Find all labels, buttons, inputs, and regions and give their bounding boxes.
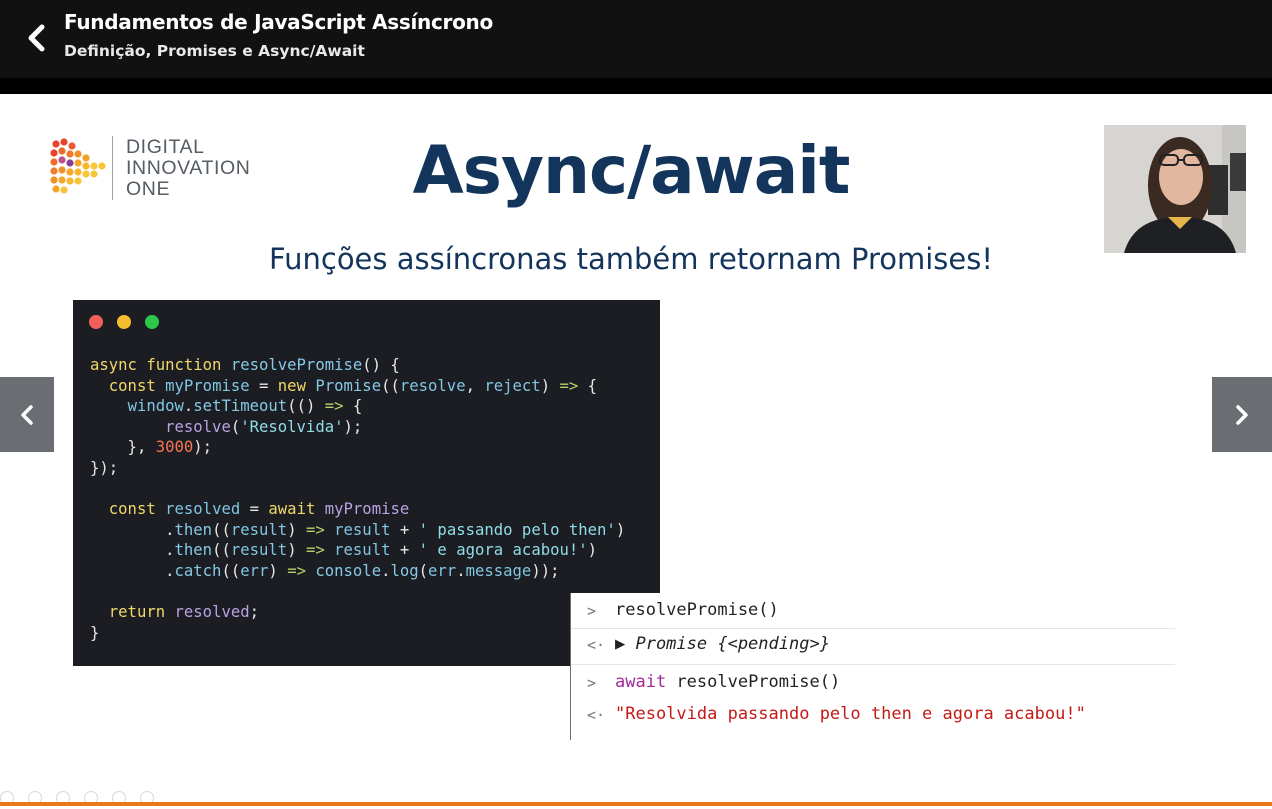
previous-slide-button[interactable] xyxy=(0,377,54,452)
output-prompt-icon: <· xyxy=(587,636,606,654)
code-block: async function resolvePromise() { const … xyxy=(90,356,626,642)
input-prompt-icon: > xyxy=(587,674,597,692)
video-top-border xyxy=(0,78,1272,94)
chevron-left-icon xyxy=(21,404,33,425)
slide-title: Async/await xyxy=(412,132,851,209)
await-keyword: await xyxy=(615,672,667,692)
chevron-right-icon xyxy=(1236,404,1248,425)
console-output-string: "Resolvida passando pelo then e agora ac… xyxy=(615,704,1086,724)
slide-subtitle: Funções assíncronas também retornam Prom… xyxy=(269,242,993,276)
lesson-subtitle: Definição, Promises e Async/Await xyxy=(64,42,365,60)
console-row: <· ▶ Promise {<pending>} xyxy=(571,629,1175,665)
next-slide-button[interactable] xyxy=(1212,377,1272,452)
console-input: resolvePromise() xyxy=(615,600,779,620)
video-slide: DIGITAL INNOVATION ONE Async/await Funçõ… xyxy=(0,94,1272,802)
instructor-webcam xyxy=(1104,125,1246,253)
chevron-left-icon xyxy=(28,24,45,52)
console-input-call: resolvePromise() xyxy=(666,672,841,692)
minimize-dot xyxy=(117,315,132,329)
input-prompt-icon: > xyxy=(587,602,597,620)
back-button[interactable] xyxy=(20,18,52,58)
lesson-header: Fundamentos de JavaScript Assíncrono Def… xyxy=(0,0,1272,78)
console-output-promise[interactable]: ▶ Promise {<pending>} xyxy=(615,634,830,654)
progress-bar[interactable] xyxy=(0,802,1272,806)
console-input: await resolvePromise() xyxy=(615,672,840,692)
maximize-dot xyxy=(145,315,160,329)
output-prompt-icon: <· xyxy=(587,706,606,724)
console-row: > await resolvePromise() xyxy=(571,667,1175,701)
console-row: <· "Resolvida passando pelo then e agora… xyxy=(571,699,1175,733)
devtools-console: > resolvePromise() <· ▶ Promise {<pendin… xyxy=(570,593,1175,740)
window-controls xyxy=(89,314,168,333)
close-dot xyxy=(89,315,103,329)
console-row: > resolvePromise() xyxy=(571,595,1175,629)
lesson-title: Fundamentos de JavaScript Assíncrono xyxy=(64,10,493,34)
instructor-image xyxy=(1104,125,1246,253)
